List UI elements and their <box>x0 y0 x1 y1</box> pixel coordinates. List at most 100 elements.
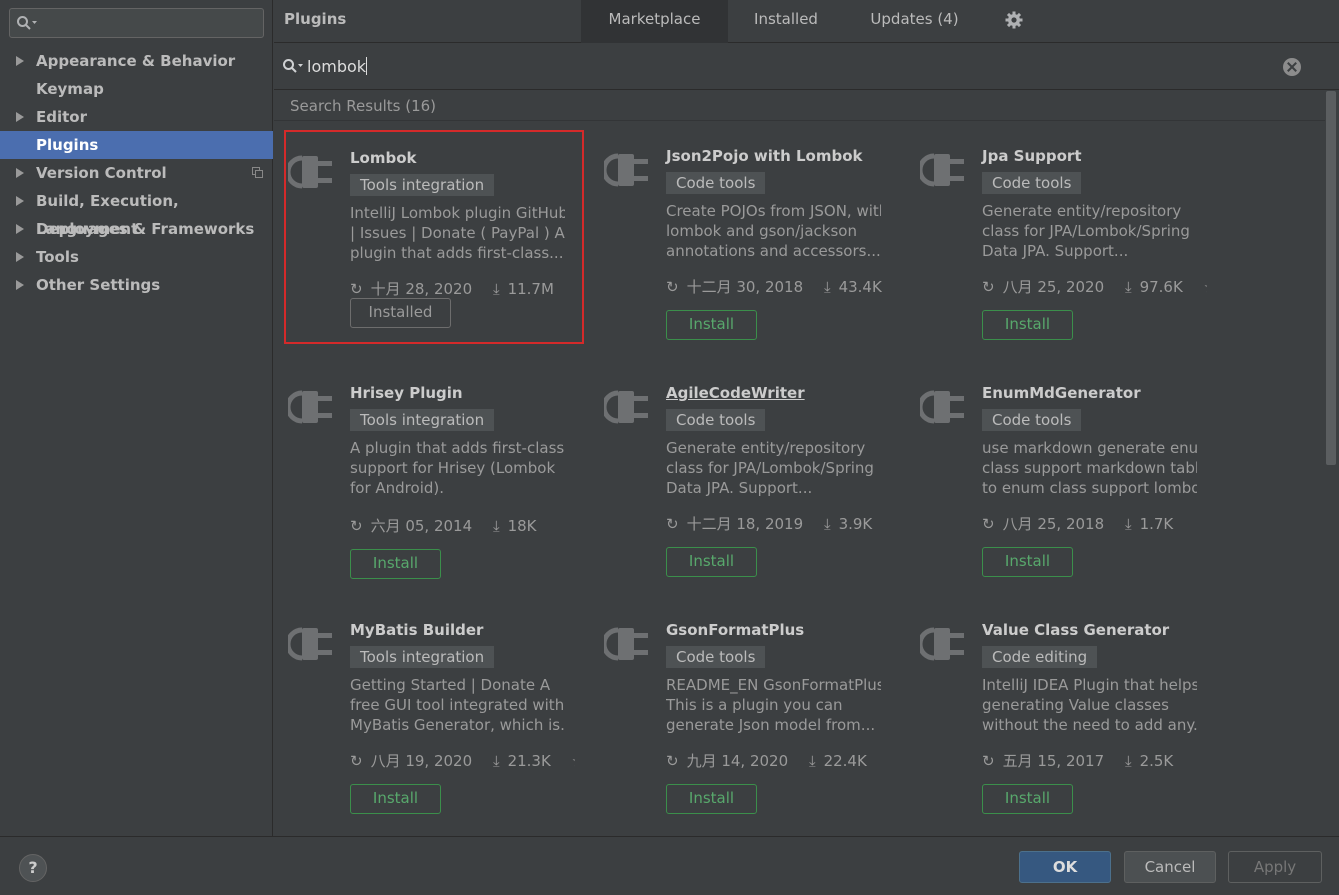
sidebar-item-tools[interactable]: Tools <box>0 243 273 271</box>
settings-sidebar: Appearance & Behavior Keymap Editor Plug… <box>0 0 273 836</box>
plugin-icon <box>920 627 964 661</box>
plugin-category-tag: Code tools <box>982 172 1082 194</box>
update-date: ↻ 十月 28, 2020 <box>350 280 480 298</box>
plugin-icon <box>604 627 648 661</box>
sidebar-item-version-control[interactable]: Version Control <box>0 159 273 187</box>
plugin-icon <box>604 390 648 424</box>
description-line: for Android). <box>350 479 445 497</box>
refresh-icon: ↻ <box>666 752 679 770</box>
description-line: MyBatis Generator, which is... <box>350 716 565 734</box>
plugin-description: Getting Started | Donate A free GUI tool … <box>350 675 565 735</box>
sidebar-item-plugins[interactable]: Plugins <box>0 131 273 159</box>
plugin-description: Generate entity/repository class for JPA/… <box>982 201 1197 261</box>
star-icon: ☆ <box>1204 278 1207 296</box>
plugin-name[interactable]: GsonFormatPlus <box>666 621 804 639</box>
sidebar-item-keymap[interactable]: Keymap <box>0 75 273 103</box>
plugin-card[interactable]: Json2Pojo with Lombok Code tools Create … <box>602 130 902 344</box>
description-line: README_EN GsonFormatPlus <box>666 676 881 694</box>
description-line: Create POJOs from JSON, with <box>666 202 881 220</box>
expand-arrow-icon[interactable] <box>16 196 24 206</box>
plugin-name[interactable]: AgileCodeWriter <box>666 384 805 402</box>
plugin-card[interactable]: EnumMdGenerator Code tools use markdown … <box>918 367 1218 579</box>
installed-button[interactable]: Installed <box>350 298 451 328</box>
plugin-icon <box>604 153 648 187</box>
description-line: Getting Started | Donate A <box>350 676 551 694</box>
plugin-description: IntelliJ Lombok plugin GitHub | Issues | … <box>350 203 565 263</box>
results-count: Search Results (16) <box>290 97 437 115</box>
tab-updates[interactable]: Updates (4) <box>844 0 985 43</box>
downloads-text: 3.9K <box>838 515 873 533</box>
update-date-text: 九月 14, 2020 <box>686 752 789 770</box>
sidebar-item-label: Version Control <box>36 164 167 182</box>
install-button[interactable]: Install <box>982 547 1073 577</box>
expand-arrow-icon[interactable] <box>16 224 24 234</box>
install-button[interactable]: Install <box>666 547 757 577</box>
plugin-name[interactable]: Hrisey Plugin <box>350 384 463 402</box>
update-date: ↻ 六月 05, 2014 <box>350 517 480 535</box>
update-date: ↻ 五月 15, 2017 <box>982 752 1112 770</box>
download-icon: ⤓ <box>492 280 500 298</box>
plugin-card[interactable]: Jpa Support Code tools Generate entity/r… <box>918 130 1218 344</box>
plugin-name[interactable]: Value Class Generator <box>982 621 1169 639</box>
results-scrollbar[interactable] <box>1326 91 1336 465</box>
plugin-card[interactable]: GsonFormatPlus Code tools README_EN Gson… <box>602 604 902 816</box>
help-button[interactable]: ? <box>19 854 47 882</box>
plugin-card[interactable]: Lombok Tools integration IntelliJ Lombok… <box>284 130 584 344</box>
sidebar-item-other-settings[interactable]: Other Settings <box>0 271 273 299</box>
plugin-card[interactable]: AgileCodeWriter Code tools Generate enti… <box>602 367 902 579</box>
install-button[interactable]: Install <box>350 549 441 579</box>
expand-arrow-icon[interactable] <box>16 112 24 122</box>
downloads: ⤓ 11.7M <box>493 280 562 298</box>
plugin-category-tag: Code editing <box>982 646 1098 668</box>
sidebar-item-label: Keymap <box>36 80 104 98</box>
description-line: use markdown generate enum <box>982 439 1197 457</box>
expand-arrow-icon[interactable] <box>16 280 24 290</box>
plugin-name[interactable]: EnumMdGenerator <box>982 384 1141 402</box>
apply-button[interactable]: Apply <box>1228 851 1322 883</box>
plugin-category-tag: Code tools <box>666 172 766 194</box>
install-button[interactable]: Install <box>982 784 1073 814</box>
plugin-name[interactable]: Json2Pojo with Lombok <box>666 147 862 165</box>
refresh-icon: ↻ <box>666 278 679 296</box>
expand-arrow-icon[interactable] <box>16 56 24 66</box>
description-line: | Issues | Donate ( PayPal ) A <box>350 224 565 242</box>
expand-arrow-icon[interactable] <box>16 168 24 178</box>
description-line: support for Hrisey (Lombok <box>350 459 556 477</box>
expand-arrow-icon[interactable] <box>16 252 24 262</box>
downloads: ⤓ 97.6K <box>1125 278 1191 296</box>
downloads-text: 1.7K <box>1139 515 1174 533</box>
install-button[interactable]: Install <box>666 784 757 814</box>
tab-marketplace[interactable]: Marketplace <box>581 0 728 43</box>
plugin-name[interactable]: MyBatis Builder <box>350 621 483 639</box>
plugin-card[interactable]: MyBatis Builder Tools integration Gettin… <box>286 604 586 816</box>
sidebar-item-languages[interactable]: Languages & Frameworks <box>0 215 273 243</box>
update-date-text: 六月 05, 2014 <box>370 517 473 535</box>
plugin-card[interactable]: Value Class Generator Code editing Intel… <box>918 604 1218 816</box>
plugins-header: Plugins Marketplace Installed Updates (4… <box>274 0 1339 43</box>
plugin-description: README_EN GsonFormatPlus This is a plugin… <box>666 675 881 735</box>
plugin-card[interactable]: Hrisey Plugin Tools integration A plugin… <box>286 367 586 579</box>
sidebar-item-editor[interactable]: Editor <box>0 103 273 131</box>
install-button[interactable]: Install <box>666 310 757 340</box>
install-button[interactable]: Install <box>350 784 441 814</box>
tab-installed[interactable]: Installed <box>728 0 844 43</box>
sidebar-item-build[interactable]: Build, Execution, Deployment <box>0 187 273 238</box>
ok-button[interactable]: OK <box>1019 851 1111 883</box>
plugin-search-input[interactable]: lombok <box>307 57 368 76</box>
description-line: This is a plugin you can <box>666 696 843 714</box>
clear-search-icon[interactable] <box>1283 58 1301 76</box>
sidebar-item-appearance[interactable]: Appearance & Behavior <box>0 47 273 75</box>
plugin-description: Generate entity/repository class for JPA/… <box>666 438 881 498</box>
project-settings-icon <box>252 167 263 178</box>
description-line: to enum class support lombok. <box>982 479 1197 497</box>
settings-search-input[interactable] <box>9 8 264 38</box>
plugin-name[interactable]: Lombok <box>350 149 417 167</box>
downloads-text: 21.3K <box>507 752 551 770</box>
plugin-icon <box>288 627 332 661</box>
plugin-name[interactable]: Jpa Support <box>982 147 1082 165</box>
update-date-text: 八月 19, 2020 <box>370 752 473 770</box>
install-button[interactable]: Install <box>982 310 1073 340</box>
plugin-search-bar[interactable]: lombok <box>274 44 1339 90</box>
gear-icon[interactable] <box>1005 11 1023 29</box>
cancel-button[interactable]: Cancel <box>1124 851 1216 883</box>
